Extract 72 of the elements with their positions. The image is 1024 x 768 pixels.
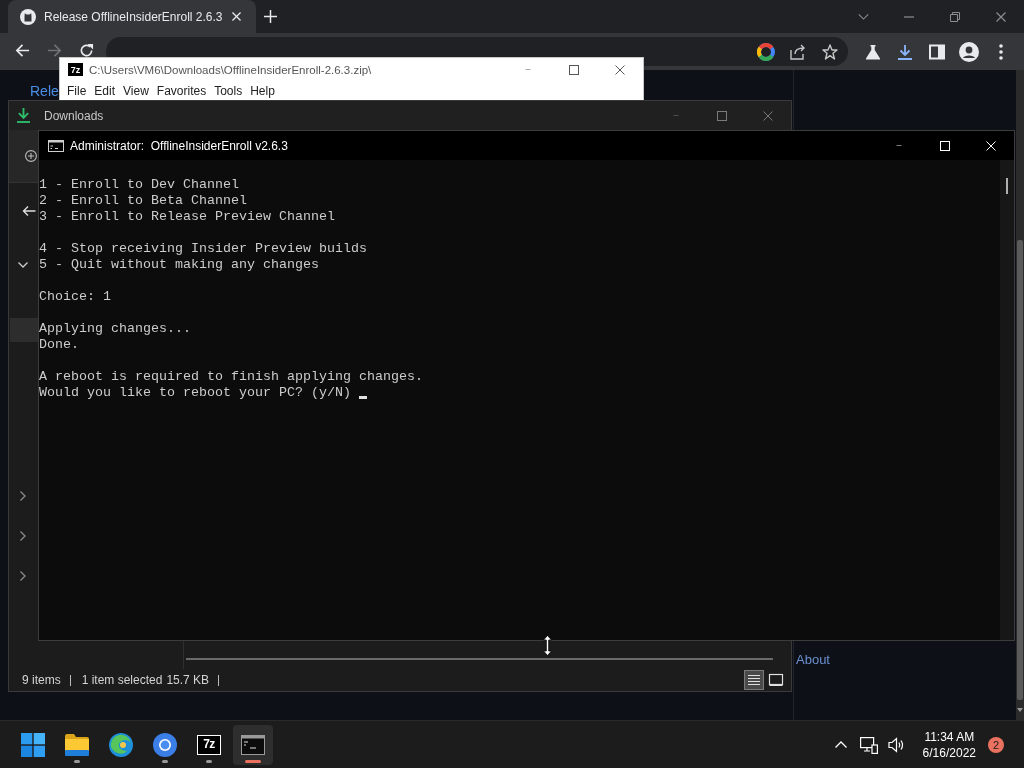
chevron-right-icon[interactable] xyxy=(20,571,26,581)
clock-date[interactable]: 6/16/2022 xyxy=(922,745,976,760)
plus-circle-icon[interactable] xyxy=(25,150,37,162)
down-arrow-icon[interactable] xyxy=(1017,708,1023,712)
window-title: Downloads xyxy=(44,108,104,123)
chevron-up-icon[interactable] xyxy=(834,741,847,748)
status-selection: 1 item selected xyxy=(81,673,163,687)
about-heading: About xyxy=(796,652,830,667)
share-icon[interactable] xyxy=(790,43,806,60)
monitor-network-icon[interactable] xyxy=(859,735,878,754)
scrollbar-thumb[interactable] xyxy=(1017,240,1023,700)
download-arrow-icon xyxy=(17,108,30,123)
speaker-icon[interactable] xyxy=(887,735,906,754)
profile-icon[interactable] xyxy=(959,41,979,62)
details-view-icon[interactable] xyxy=(744,670,764,690)
swirl-logo-icon xyxy=(109,732,133,757)
console-line: 4 - Stop receiving Insider Preview builds xyxy=(39,241,367,257)
console-line: Choice: 1 xyxy=(39,289,111,305)
plus-icon[interactable] xyxy=(263,10,277,23)
folder-icon xyxy=(65,732,89,757)
back-arrow-icon[interactable] xyxy=(22,204,36,217)
menu-icon[interactable] xyxy=(999,43,1003,60)
console-line: 5 - Quit without making any changes xyxy=(39,257,319,273)
restore-icon[interactable] xyxy=(950,11,960,22)
chevron-down-icon[interactable] xyxy=(18,262,28,268)
console-line: 2 - Enroll to Beta Channel xyxy=(39,193,247,209)
round-logo-icon xyxy=(20,8,36,25)
status-size: 15.7 KB xyxy=(166,673,210,687)
maximize-icon[interactable] xyxy=(569,64,579,75)
clock-time[interactable]: 11:34 AM xyxy=(924,729,975,744)
multicolor-ring-icon[interactable] xyxy=(757,42,775,61)
browser-tab[interactable]: Release OfflineInsiderEnroll 2.6.3 xyxy=(8,0,256,33)
console-line: A reboot is required to finish applying changes. xyxy=(39,369,423,385)
chevron-right-icon[interactable] xyxy=(20,531,26,541)
reload-icon[interactable] xyxy=(78,42,94,58)
terminal-icon xyxy=(241,732,265,757)
menu-item[interactable]: Help xyxy=(249,83,282,98)
scrollbar[interactable] xyxy=(1000,160,1014,640)
menu-item[interactable]: File xyxy=(66,83,94,98)
download-icon[interactable] xyxy=(897,43,913,60)
star-icon[interactable] xyxy=(822,43,838,60)
menu-item[interactable]: Edit xyxy=(93,83,123,98)
menu-item[interactable]: View xyxy=(122,83,156,98)
console-line: 3 - Enroll to Release Preview Channel xyxy=(39,209,335,225)
minimize-icon[interactable] xyxy=(894,145,904,146)
notification-badge[interactable]: 2 xyxy=(988,736,1004,753)
taskbar-button[interactable] xyxy=(233,724,273,765)
scrollbar[interactable] xyxy=(1016,70,1024,720)
four-panes-logo-icon xyxy=(21,732,45,757)
console-app-icon xyxy=(48,139,64,152)
back-arrow-icon[interactable] xyxy=(14,42,30,58)
window-title: C:\Users\VM6\Downloads\OfflineInsiderEnroll-2.6.3.zip\ xyxy=(89,63,372,76)
close-icon[interactable] xyxy=(615,64,625,75)
side-panel-icon[interactable] xyxy=(929,43,945,60)
console-line: Would you like to reboot your PC? (y/N) xyxy=(39,385,351,401)
chevron-right-icon[interactable] xyxy=(20,491,26,501)
app-logo: 7z xyxy=(68,63,83,76)
status-item-count: 9 items xyxy=(22,673,61,687)
taskbar-button[interactable]: 7z xyxy=(189,724,229,765)
ring-logo-icon xyxy=(153,732,177,757)
release-link[interactable]: Rele xyxy=(30,83,59,99)
window-title: Administrator: OfflineInsiderEnroll v2.6.3 xyxy=(70,138,288,153)
scrollbar-thumb[interactable] xyxy=(186,658,773,660)
console-line: Applying changes... xyxy=(39,321,191,337)
menu-item[interactable]: Favorites xyxy=(155,83,214,98)
scrollbar-thumb[interactable] xyxy=(1006,178,1008,194)
app-logo: 7z xyxy=(197,734,221,755)
console-line: 1 - Enroll to Dev Channel xyxy=(39,177,239,193)
console-line: Done. xyxy=(39,337,79,353)
flask-icon[interactable] xyxy=(865,43,881,60)
minimize-icon[interactable] xyxy=(904,15,914,18)
menu-item[interactable]: Tools xyxy=(213,83,250,98)
